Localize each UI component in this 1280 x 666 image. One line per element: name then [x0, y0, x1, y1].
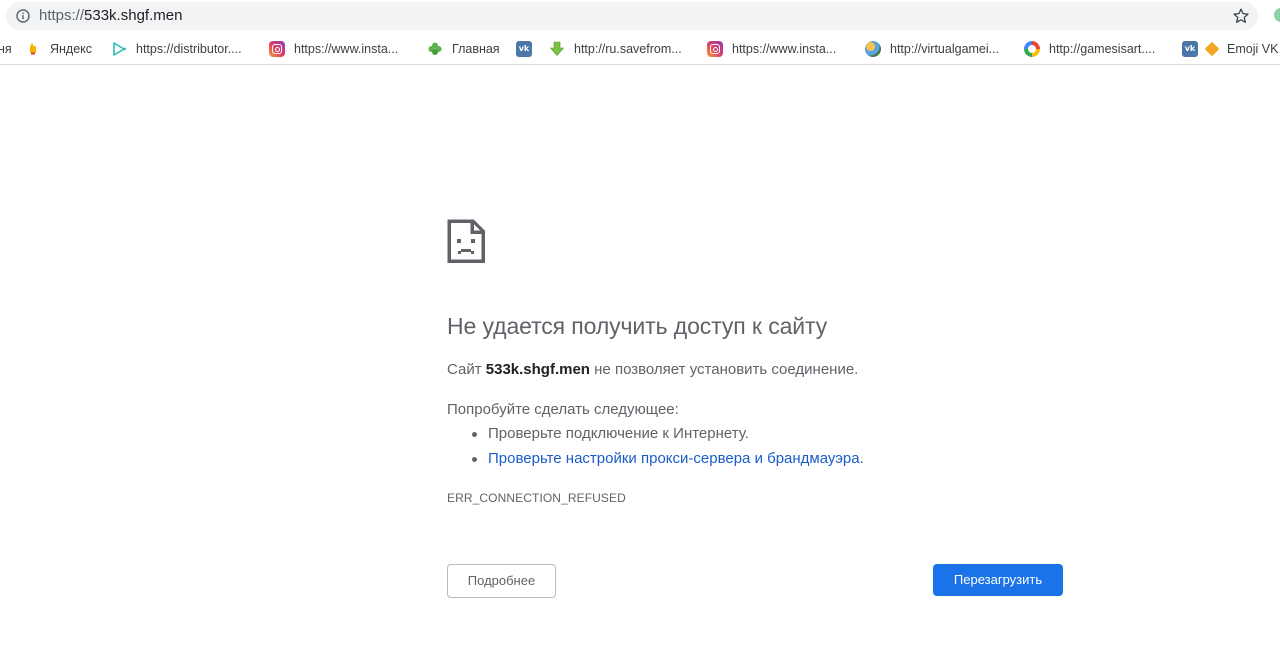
globe-icon — [865, 41, 881, 57]
suggestions-heading: Попробуйте сделать следующее: — [447, 401, 679, 418]
bookmark-item-instagram[interactable]: https://www.insta... — [269, 33, 399, 64]
bookmark-item-instagram[interactable]: https://www.insta... — [707, 33, 837, 64]
details-button[interactable]: Подробнее — [447, 564, 556, 598]
bookmark-label: http://gamesisart.... — [1049, 42, 1156, 56]
suggestions-list: Проверьте подключение к Интернету. Прове… — [470, 425, 864, 475]
bookmark-item[interactable]: ня — [0, 33, 12, 64]
bookmark-item-distributor[interactable]: https://distributor.... — [111, 33, 242, 64]
bookmark-item-gamesisart[interactable]: http://gamesisart.... — [1024, 33, 1156, 64]
bookmark-label: Главная — [452, 42, 500, 56]
bookmark-label: https://distributor.... — [136, 42, 242, 56]
error-description: Сайт 533k.shgf.men не позволяет установи… — [447, 361, 858, 379]
instagram-icon — [707, 41, 723, 57]
download-arrow-icon — [549, 41, 565, 56]
instagram-icon — [269, 41, 285, 57]
reload-button[interactable]: Перезагрузить — [933, 564, 1063, 596]
bookmark-label: Яндекс — [50, 42, 93, 56]
bookmark-label: https://www.insta... — [294, 42, 399, 56]
url-scheme: https:// — [39, 7, 85, 24]
bookmark-label: Emoji VK — [1227, 42, 1279, 56]
diamond-icon — [1204, 41, 1220, 57]
broken-page-icon — [447, 219, 485, 263]
browser-toolbar: https://533k.shgf.men — [0, 0, 1280, 33]
bookmark-item-savefrom[interactable]: http://ru.savefrom... — [549, 33, 682, 64]
bookmark-label: ня — [0, 42, 12, 56]
error-title: Не удается получить доступ к сайту — [447, 313, 828, 339]
bookmark-label: http://ru.savefrom... — [574, 42, 682, 56]
bookmark-label: https://www.insta... — [732, 42, 837, 56]
error-description-suffix: не позволяет установить соединение. — [589, 361, 859, 378]
vk-icon: vk — [1182, 41, 1198, 57]
bookmark-item-yandex[interactable]: Яндекс — [25, 33, 93, 64]
hand-icon — [30, 43, 36, 55]
error-code: ERR_CONNECTION_REFUSED — [447, 491, 626, 505]
bookmark-item-virtualgame[interactable]: http://virtualgamei... — [865, 33, 1000, 64]
vk-icon: vk — [516, 41, 532, 57]
bookmarks-bar: ня Яндекс https://distributor.... https:… — [0, 33, 1280, 65]
info-icon[interactable] — [16, 9, 30, 23]
extension-icon[interactable] — [1274, 8, 1280, 22]
url-text[interactable]: https://533k.shgf.men — [39, 7, 182, 25]
error-description-prefix: Сайт — [447, 361, 486, 378]
clover-icon — [428, 42, 442, 55]
bookmark-item-vk[interactable]: vk — [516, 33, 541, 64]
gamesisart-icon — [1024, 41, 1040, 57]
bookmark-item-home[interactable]: Главная — [427, 33, 500, 64]
suggestion-proxy-firewall-link[interactable]: Проверьте настройки прокси-сервера и бра… — [470, 450, 864, 475]
bookmark-label: http://virtualgamei... — [890, 42, 1000, 56]
error-site-host: 533k.shgf.men — [485, 361, 590, 378]
bookmark-star-icon[interactable] — [1232, 7, 1250, 25]
play-icon — [113, 42, 126, 56]
address-bar[interactable]: https://533k.shgf.men — [6, 2, 1258, 30]
bookmark-item-emoji-vk[interactable]: Emoji VK — [1204, 33, 1279, 64]
suggestion-check-connection: Проверьте подключение к Интернету. — [470, 425, 864, 450]
url-host: 533k.shgf.men — [84, 7, 183, 24]
